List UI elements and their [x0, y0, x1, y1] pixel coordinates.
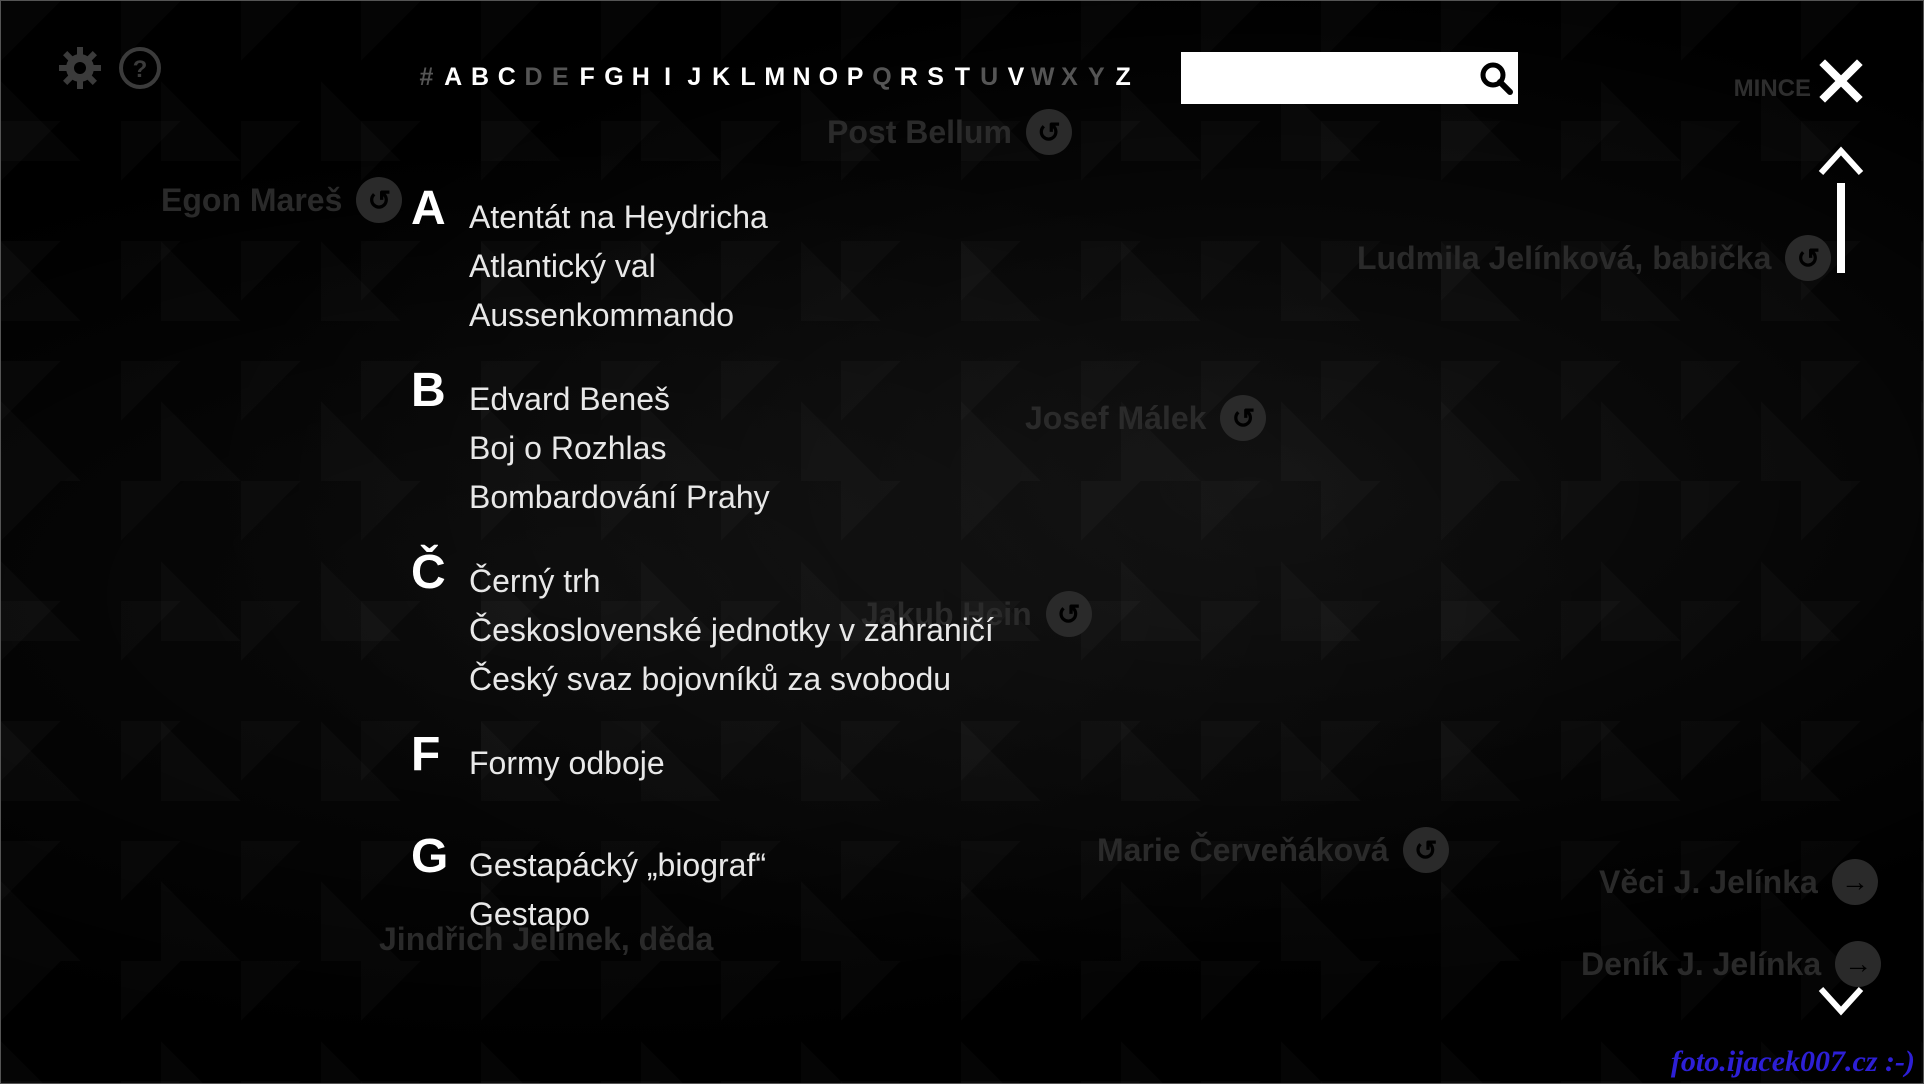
alphabet-letter[interactable]: A	[440, 63, 467, 92]
index-group: B Edvard Beneš Boj o Rozhlas Bombardování P…	[411, 363, 770, 522]
replay-icon: ↺	[1045, 591, 1092, 637]
group-letter: Č	[411, 546, 446, 599]
group-letter: G	[411, 830, 449, 883]
bg-label-text: Post Bellum	[827, 113, 1012, 150]
alphabet-letter[interactable]: P	[842, 63, 869, 92]
alphabet-letter[interactable]: V	[1003, 63, 1030, 92]
index-item[interactable]: Gestapo	[469, 890, 766, 939]
group-items: Formy odboje	[469, 727, 665, 788]
close-icon[interactable]	[1817, 57, 1865, 105]
search-icon[interactable]	[1474, 52, 1518, 104]
index-item[interactable]: Český svaz bojovníků za svobodu	[469, 655, 994, 704]
alphabet-letter: #	[419, 63, 434, 91]
bg-label-text: Věci J. Jelínka	[1599, 863, 1818, 900]
alphabet-letter[interactable]: R	[895, 63, 922, 92]
index-item[interactable]: Edvard Beneš	[469, 375, 770, 424]
scrollbar-thumb[interactable]	[1837, 183, 1845, 273]
index-item[interactable]: Bombardování Prahy	[469, 473, 770, 522]
alphabet-letter[interactable]: B	[467, 63, 494, 92]
index-item[interactable]: Atlantický val	[469, 242, 768, 291]
bg-label-text: Josef Málek	[1025, 399, 1207, 436]
svg-text:?: ?	[133, 56, 148, 83]
alphabet-letter[interactable]: C	[493, 63, 520, 92]
alphabet-letter[interactable]: G	[601, 63, 628, 92]
bg-label-ludmila: Ludmila Jelínková, babička ↺	[1357, 235, 1832, 281]
bg-label-denik: Deník J. Jelínka →	[1581, 941, 1882, 987]
index-item[interactable]: Formy odboje	[469, 739, 665, 788]
alphabet-letter[interactable]: N	[788, 63, 815, 92]
index-item[interactable]: Atentát na Heydricha	[469, 193, 768, 242]
chevron-down-icon[interactable]	[1817, 985, 1865, 1019]
alphabet-letter: U	[980, 63, 999, 91]
alphabet-letter[interactable]: I	[654, 63, 681, 92]
alphabet-letter[interactable]: K	[708, 63, 735, 92]
app-window: Post Bellum ↺ Egon Mareš ↺ Ludmila Jelín…	[0, 0, 1924, 1084]
index-item[interactable]: Gestapácký „biograf“	[469, 841, 766, 890]
alphabet-letter: W	[1030, 63, 1055, 91]
alphabet-letter[interactable]: T	[949, 63, 976, 92]
bg-label-post-bellum: Post Bellum ↺	[827, 109, 1072, 155]
index-group: Č Černý trh Československé jednotky v zahr…	[411, 545, 994, 704]
bg-label-veci: Věci J. Jelínka →	[1599, 859, 1878, 905]
group-items: Edvard Beneš Boj o Rozhlas Bombardování Pr…	[469, 363, 770, 522]
gear-icon[interactable]	[57, 45, 103, 91]
replay-icon: ↺	[1785, 235, 1832, 281]
replay-icon: ↺	[1402, 827, 1449, 873]
replay-icon: ↺	[1025, 109, 1072, 155]
group-letter: F	[411, 728, 441, 781]
bg-label-text: Egon Mareš	[161, 181, 343, 218]
index-group: G Gestapácký „biograf“ Gestapo	[411, 829, 766, 939]
replay-icon: ↺	[356, 177, 403, 223]
alphabet-letter: E	[552, 63, 569, 91]
alphabet-letter[interactable]: F	[574, 63, 601, 92]
bg-label-marie: Marie Červeňáková ↺	[1097, 827, 1449, 873]
search-box	[1181, 52, 1518, 104]
index-item[interactable]: Československé jednotky v zahraničí	[469, 606, 994, 655]
alphabet-letter[interactable]: L	[735, 63, 762, 92]
group-items: Atentát na Heydricha Atlantický val Aussen…	[469, 181, 768, 340]
alphabet-letter[interactable]: Z	[1110, 63, 1137, 92]
alphabet-letter[interactable]: H	[627, 63, 654, 92]
alphabet-nav: # A B C D E F G H I J K L M N O P Q R S T U V W X Y Z	[413, 63, 1137, 92]
chevron-up-icon[interactable]	[1817, 143, 1865, 177]
group-items: Černý trh Československé jednotky v zahra…	[469, 545, 994, 704]
mince-label: MINCE	[1733, 75, 1811, 102]
group-letter: A	[411, 182, 446, 235]
index-group: F Formy odboje	[411, 727, 665, 788]
group-items: Gestapácký „biograf“ Gestapo	[469, 829, 766, 939]
watermark: foto.ijacek007.cz :-)	[1670, 1045, 1915, 1078]
arrow-right-icon: →	[1831, 859, 1878, 905]
background-map	[1, 1, 1923, 1083]
bg-label-egon: Egon Mareš ↺	[161, 177, 403, 223]
alphabet-letter[interactable]: O	[815, 63, 842, 92]
search-input[interactable]	[1181, 52, 1474, 104]
group-letter: B	[411, 364, 446, 417]
alphabet-letter[interactable]: J	[681, 63, 708, 92]
replay-icon: ↺	[1220, 395, 1267, 441]
question-icon[interactable]: ?	[117, 45, 163, 91]
index-item[interactable]: Boj o Rozhlas	[469, 424, 770, 473]
alphabet-letter[interactable]: S	[922, 63, 949, 92]
bg-label-josef: Josef Málek ↺	[1025, 395, 1267, 441]
bg-label-text: Ludmila Jelínková, babička	[1357, 239, 1772, 276]
alphabet-letter: Q	[872, 63, 892, 91]
toolbar-left: ?	[57, 45, 163, 91]
bg-label-text: Deník J. Jelínka	[1581, 945, 1822, 982]
alphabet-letter: Y	[1087, 63, 1105, 91]
alphabet-letter: D	[524, 63, 543, 91]
index-item[interactable]: Černý trh	[469, 557, 994, 606]
index-item[interactable]: Aussenkommando	[469, 291, 768, 340]
index-group: A Atentát na Heydricha Atlantický val Ausse…	[411, 181, 768, 340]
alphabet-letter[interactable]: M	[761, 63, 788, 92]
arrow-right-icon: →	[1835, 941, 1882, 987]
bg-label-text: Marie Červeňáková	[1097, 831, 1389, 868]
alphabet-letter: X	[1061, 63, 1078, 91]
